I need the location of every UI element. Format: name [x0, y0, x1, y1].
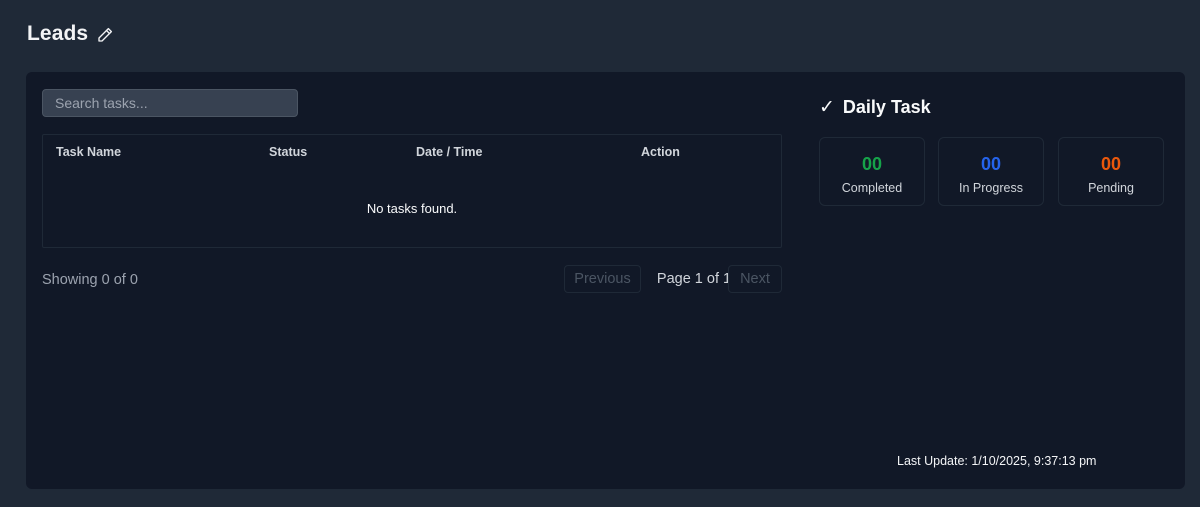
page-header: Leads — [27, 22, 114, 46]
stat-card-pending: 00 Pending — [1058, 137, 1164, 206]
search-input[interactable] — [42, 89, 298, 117]
daily-task-title: Daily Task — [842, 97, 931, 117]
column-header-action: Action — [641, 145, 680, 159]
previous-button[interactable]: Previous — [564, 265, 641, 293]
tasks-table: Task Name Status Date / Time Action No t… — [42, 134, 782, 248]
stat-label-pending: Pending — [1088, 181, 1134, 195]
stat-label-in-progress: In Progress — [959, 181, 1023, 195]
stat-label-completed: Completed — [841, 181, 903, 195]
daily-task-header: ✓ Daily Task — [819, 96, 931, 119]
showing-count: Showing 0 of 0 — [42, 272, 138, 288]
page-title: Leads — [27, 22, 89, 45]
last-update-timestamp: Last Update: 1/10/2025, 9:37:13 pm — [897, 454, 1097, 468]
stat-card-in-progress: 00 In Progress — [938, 137, 1044, 206]
stat-value-completed: 00 — [861, 154, 883, 174]
stat-value-in-progress: 00 — [980, 154, 1002, 174]
leads-panel: Task Name Status Date / Time Action No t… — [26, 72, 1185, 489]
empty-message: No tasks found. — [366, 201, 458, 216]
next-button[interactable]: Next — [728, 265, 782, 293]
column-header-task-name: Task Name — [56, 145, 122, 159]
column-header-date-time: Date / Time — [416, 145, 483, 159]
column-header-status: Status — [269, 145, 308, 159]
check-icon: ✓ — [819, 97, 835, 118]
pencil-icon[interactable] — [96, 26, 114, 44]
stat-card-completed: 00 Completed — [819, 137, 925, 206]
stat-value-pending: 00 — [1100, 154, 1122, 174]
